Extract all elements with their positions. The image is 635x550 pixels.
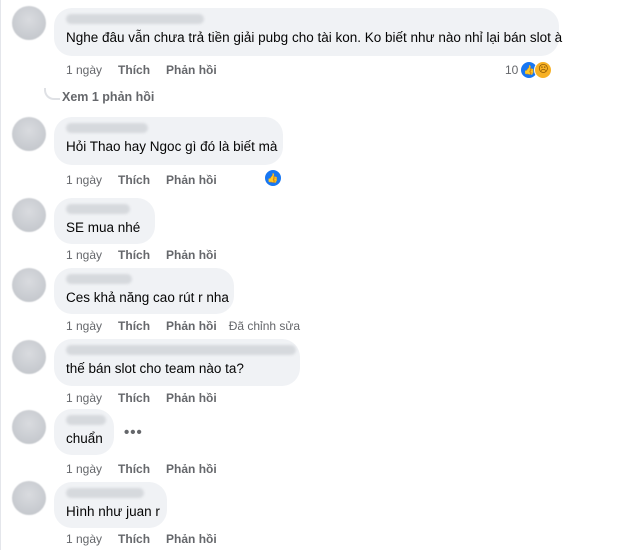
comment-text: Hình như juan r: [66, 504, 160, 519]
like-button[interactable]: Thích: [118, 391, 150, 405]
author-name[interactable]: [66, 14, 204, 24]
reply-button[interactable]: Phản hồi: [166, 462, 217, 476]
like-icon: 👍: [264, 169, 282, 187]
comment-time[interactable]: 1 ngày: [66, 173, 102, 187]
reaction-summary[interactable]: 👍: [264, 169, 282, 187]
comment-bubble: thế bán slot cho team nào ta?: [54, 339, 300, 386]
reaction-count: 10: [505, 63, 519, 77]
comment-bubble: Hỏi Thao hay Ngoc gì đó là biết mà: [54, 117, 283, 165]
comment-time[interactable]: 1 ngày: [66, 532, 102, 546]
like-button[interactable]: Thích: [118, 63, 150, 77]
author-name[interactable]: [66, 274, 132, 284]
comment-text: Nghe đâu vẫn chưa trả tiền giải pubg cho…: [66, 30, 563, 45]
reply-button[interactable]: Phản hồi: [166, 63, 217, 77]
edited-label[interactable]: Đã chỉnh sửa: [229, 319, 300, 333]
reply-button[interactable]: Phản hồi: [166, 532, 217, 546]
comment-time[interactable]: 1 ngày: [66, 319, 102, 333]
comment-actions: 1 ngày Thích Phản hồi: [66, 248, 233, 262]
author-name[interactable]: [66, 415, 106, 425]
sad-icon: ☹: [534, 61, 553, 79]
left-border: [0, 0, 1, 550]
comment-text: Ces khả năng cao rút r nha: [66, 290, 229, 305]
avatar[interactable]: [12, 340, 46, 374]
comment-actions: 1 ngày Thích Phản hồi: [66, 532, 233, 546]
avatar[interactable]: [12, 6, 46, 40]
like-button[interactable]: Thích: [118, 462, 150, 476]
comment-actions: 1 ngày Thích Phản hồi: [66, 391, 233, 405]
author-name[interactable]: [66, 123, 148, 133]
like-button[interactable]: Thích: [118, 248, 150, 262]
comment-actions: 1 ngày Thích Phản hồi: [66, 173, 233, 187]
like-button[interactable]: Thích: [118, 173, 150, 187]
comment-actions: 1 ngày Thích Phản hồi Đã chỉnh sửa: [66, 319, 316, 333]
comment-text: chuẩn: [66, 431, 103, 446]
avatar[interactable]: [12, 481, 46, 515]
comment-bubble: Hình như juan r: [54, 482, 167, 528]
view-replies-link[interactable]: Xem 1 phản hồi: [62, 90, 154, 104]
comment-text: SE mua nhé: [66, 220, 141, 235]
avatar[interactable]: [12, 117, 46, 151]
avatar[interactable]: [12, 198, 46, 232]
like-button[interactable]: Thích: [118, 532, 150, 546]
author-name[interactable]: [66, 345, 296, 355]
reply-button[interactable]: Phản hồi: [166, 319, 217, 333]
comment-time[interactable]: 1 ngày: [66, 391, 102, 405]
author-name[interactable]: [66, 204, 130, 214]
comment-actions: 1 ngày Thích Phản hồi: [66, 462, 233, 476]
comment-bubble: Nghe đâu vẫn chưa trả tiền giải pubg cho…: [54, 8, 563, 56]
avatar[interactable]: [12, 268, 46, 302]
reply-button[interactable]: Phản hồi: [166, 248, 217, 262]
comment-bubble: chuẩn: [54, 409, 114, 455]
reply-button[interactable]: Phản hồi: [166, 173, 217, 187]
comment-time[interactable]: 1 ngày: [66, 462, 102, 476]
thread-connector: [44, 88, 60, 100]
avatar[interactable]: [12, 410, 46, 444]
more-options-icon[interactable]: •••: [124, 424, 143, 441]
author-name[interactable]: [66, 488, 144, 498]
reaction-summary[interactable]: 10 👍 ☹: [505, 61, 553, 79]
comment-bubble: SE mua nhé: [54, 198, 155, 244]
like-button[interactable]: Thích: [118, 319, 150, 333]
comment-bubble: Ces khả năng cao rút r nha: [54, 268, 234, 314]
comment-text: thế bán slot cho team nào ta?: [66, 361, 244, 376]
reply-button[interactable]: Phản hồi: [166, 391, 217, 405]
comment-time[interactable]: 1 ngày: [66, 63, 102, 77]
comment-text: Hỏi Thao hay Ngoc gì đó là biết mà: [66, 139, 278, 154]
comment-actions: 1 ngày Thích Phản hồi: [66, 63, 233, 77]
comment-time[interactable]: 1 ngày: [66, 248, 102, 262]
